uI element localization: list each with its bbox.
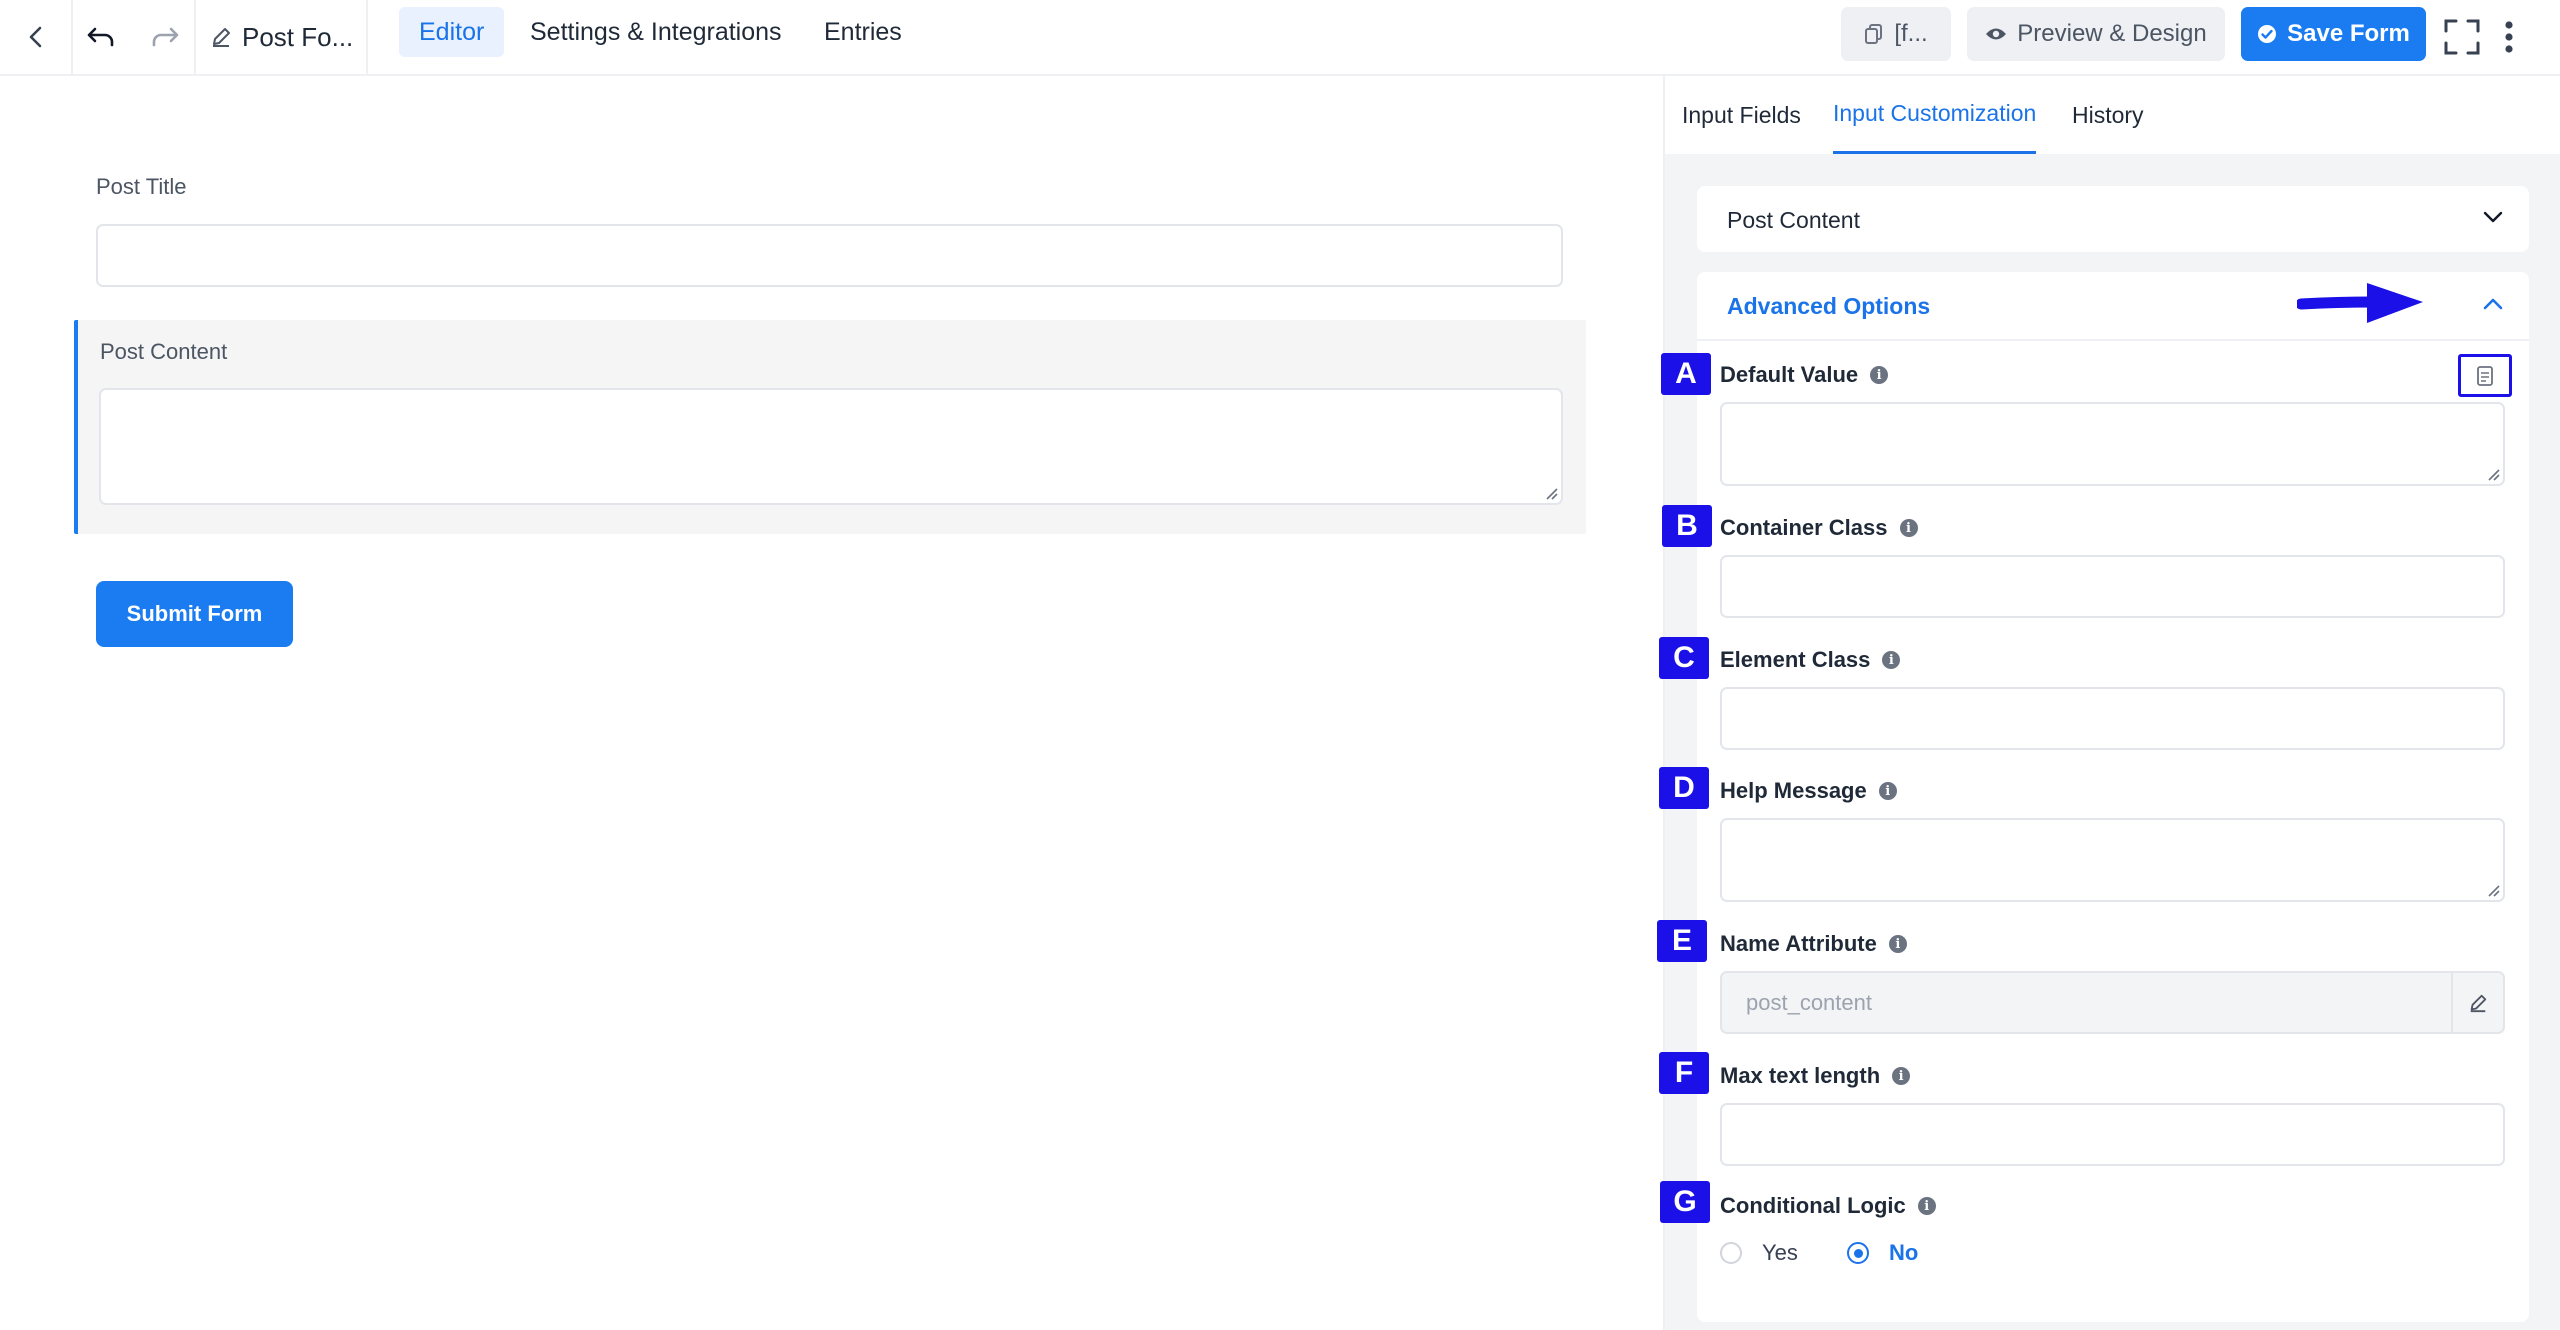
field-section-title: Post Content: [1727, 207, 1860, 233]
shortcode-button[interactable]: [f...: [1841, 7, 1951, 61]
container-class-label-text: Container Class: [1720, 515, 1888, 540]
form-title-text: Post Fo...: [242, 21, 354, 52]
redo-icon: [152, 27, 179, 47]
panel-tabs: Input Fields Input Customization History: [1665, 76, 2560, 154]
save-form-button[interactable]: Save Form: [2241, 7, 2426, 61]
fullscreen-button[interactable]: [2440, 0, 2484, 74]
form-title[interactable]: Post Fo...: [210, 0, 353, 74]
eye-icon: [1986, 28, 2007, 40]
element-class-label: Element Class i: [1720, 647, 1901, 673]
tab-input-customization[interactable]: Input Customization: [1833, 76, 2037, 154]
resize-grip-icon: [1546, 488, 1558, 500]
help-message-label-text: Help Message: [1720, 778, 1867, 803]
info-icon[interactable]: i: [1892, 1067, 1911, 1085]
edit-pencil-icon: [2470, 994, 2487, 1012]
name-attribute-label-text: Name Attribute: [1720, 931, 1877, 956]
default-value-label-text: Default Value: [1720, 362, 1859, 387]
conditional-logic-label-text: Conditional Logic: [1720, 1193, 1906, 1218]
radio-circle: [1847, 1242, 1869, 1264]
chevron-down-icon: [2483, 211, 2503, 223]
marker-c: C: [1659, 637, 1709, 679]
preview-design-label: Preview & Design: [2017, 20, 2207, 47]
name-attribute-input[interactable]: post_content: [1720, 971, 2505, 1034]
preview-design-button[interactable]: Preview & Design: [1967, 7, 2225, 61]
default-value-textarea[interactable]: [1720, 402, 2505, 486]
undo-icon: [87, 27, 114, 47]
tab-settings-integrations[interactable]: Settings & Integrations: [510, 7, 802, 57]
name-attribute-value: post_content: [1746, 989, 1872, 1015]
copy-icon: [1865, 24, 1883, 44]
info-icon[interactable]: i: [1899, 519, 1918, 537]
info-icon[interactable]: i: [1878, 782, 1897, 800]
resize-grip-icon: [2488, 469, 2500, 481]
tab-input-fields[interactable]: Input Fields: [1682, 76, 1801, 154]
conditional-logic-label: Conditional Logic i: [1720, 1193, 1936, 1219]
help-message-label: Help Message i: [1720, 778, 1897, 804]
tab-editor[interactable]: Editor: [399, 7, 505, 57]
shortcode-label: [f...: [1894, 20, 1928, 47]
chevron-left-icon: [29, 26, 42, 48]
max-text-length-input[interactable]: [1720, 1103, 2505, 1166]
info-icon[interactable]: i: [1888, 935, 1907, 953]
marker-e: E: [1657, 920, 1707, 962]
help-message-textarea[interactable]: [1720, 818, 2505, 902]
info-icon[interactable]: i: [1882, 651, 1901, 669]
insert-shortcode-button[interactable]: [2458, 354, 2512, 397]
resize-grip-icon: [2488, 885, 2500, 897]
marker-b: B: [1662, 505, 1712, 547]
element-class-input[interactable]: [1720, 687, 2505, 750]
conditional-logic-yes-label: Yes: [1762, 1240, 1798, 1265]
tab-history[interactable]: History: [2072, 76, 2144, 154]
annotation-arrow-icon: [2297, 283, 2423, 323]
conditional-logic-no-radio[interactable]: No: [1847, 1240, 1918, 1266]
post-content-textarea[interactable]: [99, 388, 1563, 505]
marker-g: G: [1660, 1181, 1710, 1223]
info-icon[interactable]: i: [1870, 366, 1889, 384]
conditional-logic-no-label: No: [1889, 1240, 1919, 1265]
marker-d: D: [1659, 767, 1709, 809]
info-icon[interactable]: i: [1917, 1197, 1936, 1215]
redo-button[interactable]: [142, 0, 188, 74]
conditional-logic-yes-radio[interactable]: Yes: [1720, 1240, 1798, 1266]
post-title-input[interactable]: [96, 224, 1563, 287]
chevron-up-icon[interactable]: [2482, 296, 2504, 312]
undo-button[interactable]: [78, 0, 124, 74]
document-icon: [2477, 365, 2493, 386]
more-vertical-icon: [2505, 21, 2513, 53]
marker-f: F: [1659, 1052, 1709, 1094]
back-button[interactable]: [0, 0, 72, 74]
tab-entries[interactable]: Entries: [804, 7, 922, 57]
max-text-length-label: Max text length i: [1720, 1063, 1911, 1089]
default-value-label: Default Value i: [1720, 362, 1889, 388]
submit-form-button[interactable]: Submit Form: [96, 581, 293, 647]
post-content-label: Post Content: [100, 339, 228, 364]
check-circle-icon: [2258, 25, 2277, 43]
more-options-button[interactable]: [2494, 0, 2524, 74]
edit-name-attribute-button[interactable]: [2451, 973, 2503, 1032]
fullscreen-icon: [2444, 19, 2480, 55]
max-text-length-label-text: Max text length: [1720, 1063, 1881, 1088]
top-bar: Post Fo... Editor Settings & Integration…: [0, 0, 2560, 76]
marker-a: A: [1661, 353, 1711, 395]
radio-circle: [1720, 1242, 1742, 1264]
element-class-label-text: Element Class: [1720, 647, 1871, 672]
edit-pencil-icon: [213, 28, 230, 47]
container-class-label: Container Class i: [1720, 515, 1918, 541]
advanced-options-title[interactable]: Advanced Options: [1727, 293, 1930, 320]
save-form-label: Save Form: [2287, 20, 2410, 47]
container-class-input[interactable]: [1720, 555, 2505, 618]
post-title-label: Post Title: [96, 174, 187, 199]
name-attribute-label: Name Attribute i: [1720, 931, 1907, 957]
field-section-toggle[interactable]: Post Content: [1697, 186, 2529, 252]
